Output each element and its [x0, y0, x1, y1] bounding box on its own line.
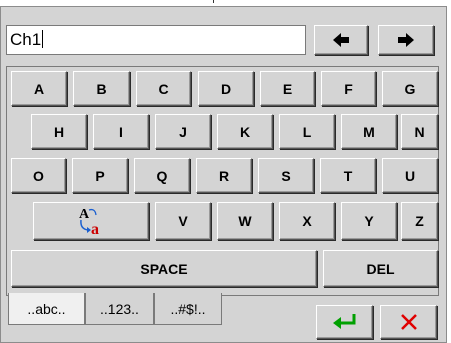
enter-icon: [332, 314, 355, 329]
enter-button[interactable]: [316, 305, 373, 339]
key-i[interactable]: I: [93, 114, 149, 149]
space-key[interactable]: SPACE: [11, 250, 317, 287]
key-c[interactable]: C: [136, 71, 191, 106]
text-caret: [42, 30, 44, 48]
key-k[interactable]: K: [217, 114, 273, 149]
key-o[interactable]: O: [11, 158, 66, 193]
key-a[interactable]: A: [11, 71, 67, 106]
key-w[interactable]: W: [217, 202, 273, 240]
key-s[interactable]: S: [258, 158, 314, 193]
key-n[interactable]: N: [401, 114, 438, 149]
key-z[interactable]: Z: [401, 202, 438, 240]
cancel-button[interactable]: [380, 305, 437, 339]
key-t[interactable]: T: [320, 158, 376, 193]
text-input-value: Ch1: [10, 30, 42, 49]
key-b[interactable]: B: [73, 71, 130, 106]
svg-text:A: A: [79, 207, 90, 222]
delete-key[interactable]: DEL: [323, 250, 438, 287]
cursor-right-button[interactable]: [378, 25, 434, 55]
key-x[interactable]: X: [279, 202, 335, 240]
key-j[interactable]: J: [155, 114, 211, 149]
key-v[interactable]: V: [155, 202, 211, 240]
key-l[interactable]: L: [279, 114, 335, 149]
key-f[interactable]: F: [321, 71, 376, 106]
tab-123[interactable]: ..123..: [85, 293, 154, 325]
key-u[interactable]: U: [382, 158, 438, 193]
close-icon: [400, 314, 417, 330]
cursor-left-button[interactable]: [314, 25, 368, 55]
tab-symbols[interactable]: ..#$!..: [154, 293, 222, 325]
key-r[interactable]: R: [196, 158, 252, 193]
case-toggle-icon: A a: [79, 207, 99, 236]
key-y[interactable]: Y: [341, 202, 397, 240]
arrow-right-icon: [398, 33, 414, 47]
top-tick: [213, 0, 214, 3]
text-input[interactable]: Ch1: [6, 25, 306, 55]
key-g[interactable]: G: [382, 71, 438, 106]
key-p[interactable]: P: [72, 158, 128, 193]
key-m[interactable]: M: [341, 114, 397, 149]
key-h[interactable]: H: [31, 114, 87, 149]
key-d[interactable]: D: [198, 71, 254, 106]
key-q[interactable]: Q: [134, 158, 190, 193]
case-toggle-button[interactable]: A a: [33, 202, 149, 240]
tab-abc[interactable]: ..abc..: [8, 293, 85, 325]
arrow-left-icon: [333, 33, 349, 47]
key-e[interactable]: E: [260, 71, 315, 106]
svg-text:a: a: [91, 221, 99, 236]
